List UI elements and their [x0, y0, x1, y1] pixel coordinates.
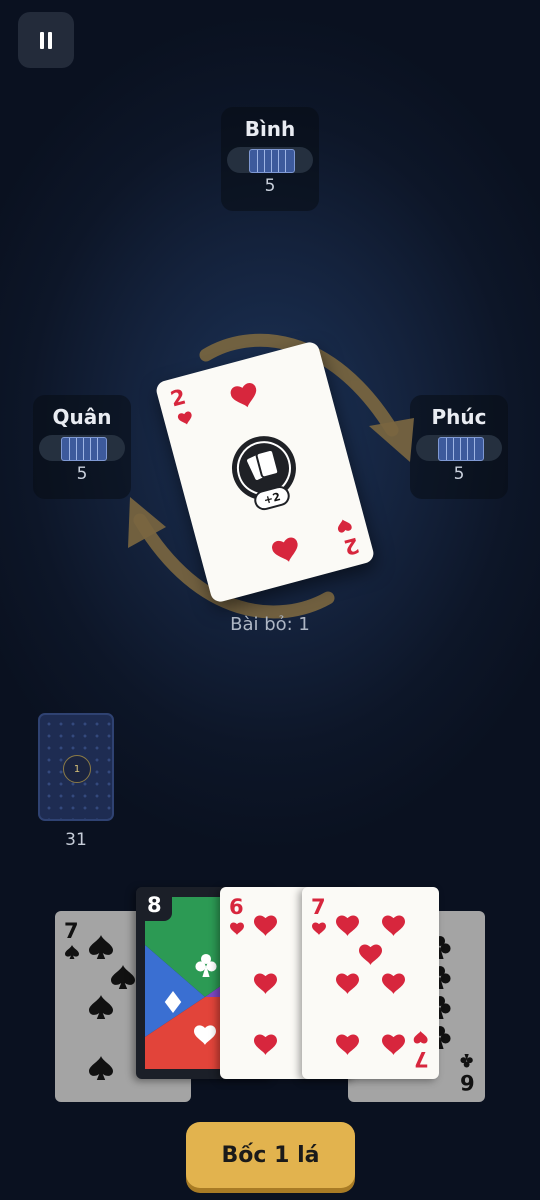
- heart-icon: [312, 922, 326, 935]
- heart-icon: [336, 915, 359, 936]
- heart-icon: [254, 973, 277, 994]
- card-corner-flipped: 7: [414, 1027, 429, 1071]
- draw-card-button[interactable]: Bốc 1 lá: [186, 1122, 355, 1188]
- diamond-icon: [164, 991, 182, 1013]
- deck-count: 31: [65, 830, 87, 850]
- heart-icon: [194, 1025, 216, 1045]
- card-corner-flipped: 6: [460, 1050, 475, 1094]
- card-corner-flipped: 2: [336, 513, 362, 560]
- heart-icon: [177, 410, 194, 427]
- card-rank: 8: [147, 893, 162, 917]
- heart-icon: [359, 944, 382, 965]
- heart-icon: [336, 973, 359, 994]
- draw-deck[interactable]: 1: [38, 713, 114, 821]
- spade-icon: [65, 945, 79, 959]
- spade-icon: [89, 935, 113, 959]
- club-icon: [195, 953, 217, 977]
- spade-icon: [89, 995, 113, 1019]
- heart-icon: [382, 1034, 405, 1055]
- heart-icon: [229, 381, 261, 411]
- card-rank: 2: [168, 384, 189, 412]
- heart-icon: [254, 915, 277, 936]
- heart-icon: [336, 1034, 359, 1055]
- heart-icon: [254, 1034, 277, 1055]
- deck-badge: 1: [63, 755, 91, 783]
- discard-pile-count: Bài bỏ: 1: [230, 614, 310, 635]
- heart-icon: [270, 536, 302, 566]
- heart-icon: [382, 915, 405, 936]
- spade-icon: [89, 1056, 113, 1080]
- heart-icon: [382, 973, 405, 994]
- heart-icon: [230, 922, 244, 935]
- hand-card-7-hearts[interactable]: 7 7: [302, 887, 439, 1079]
- spade-icon: [111, 965, 135, 989]
